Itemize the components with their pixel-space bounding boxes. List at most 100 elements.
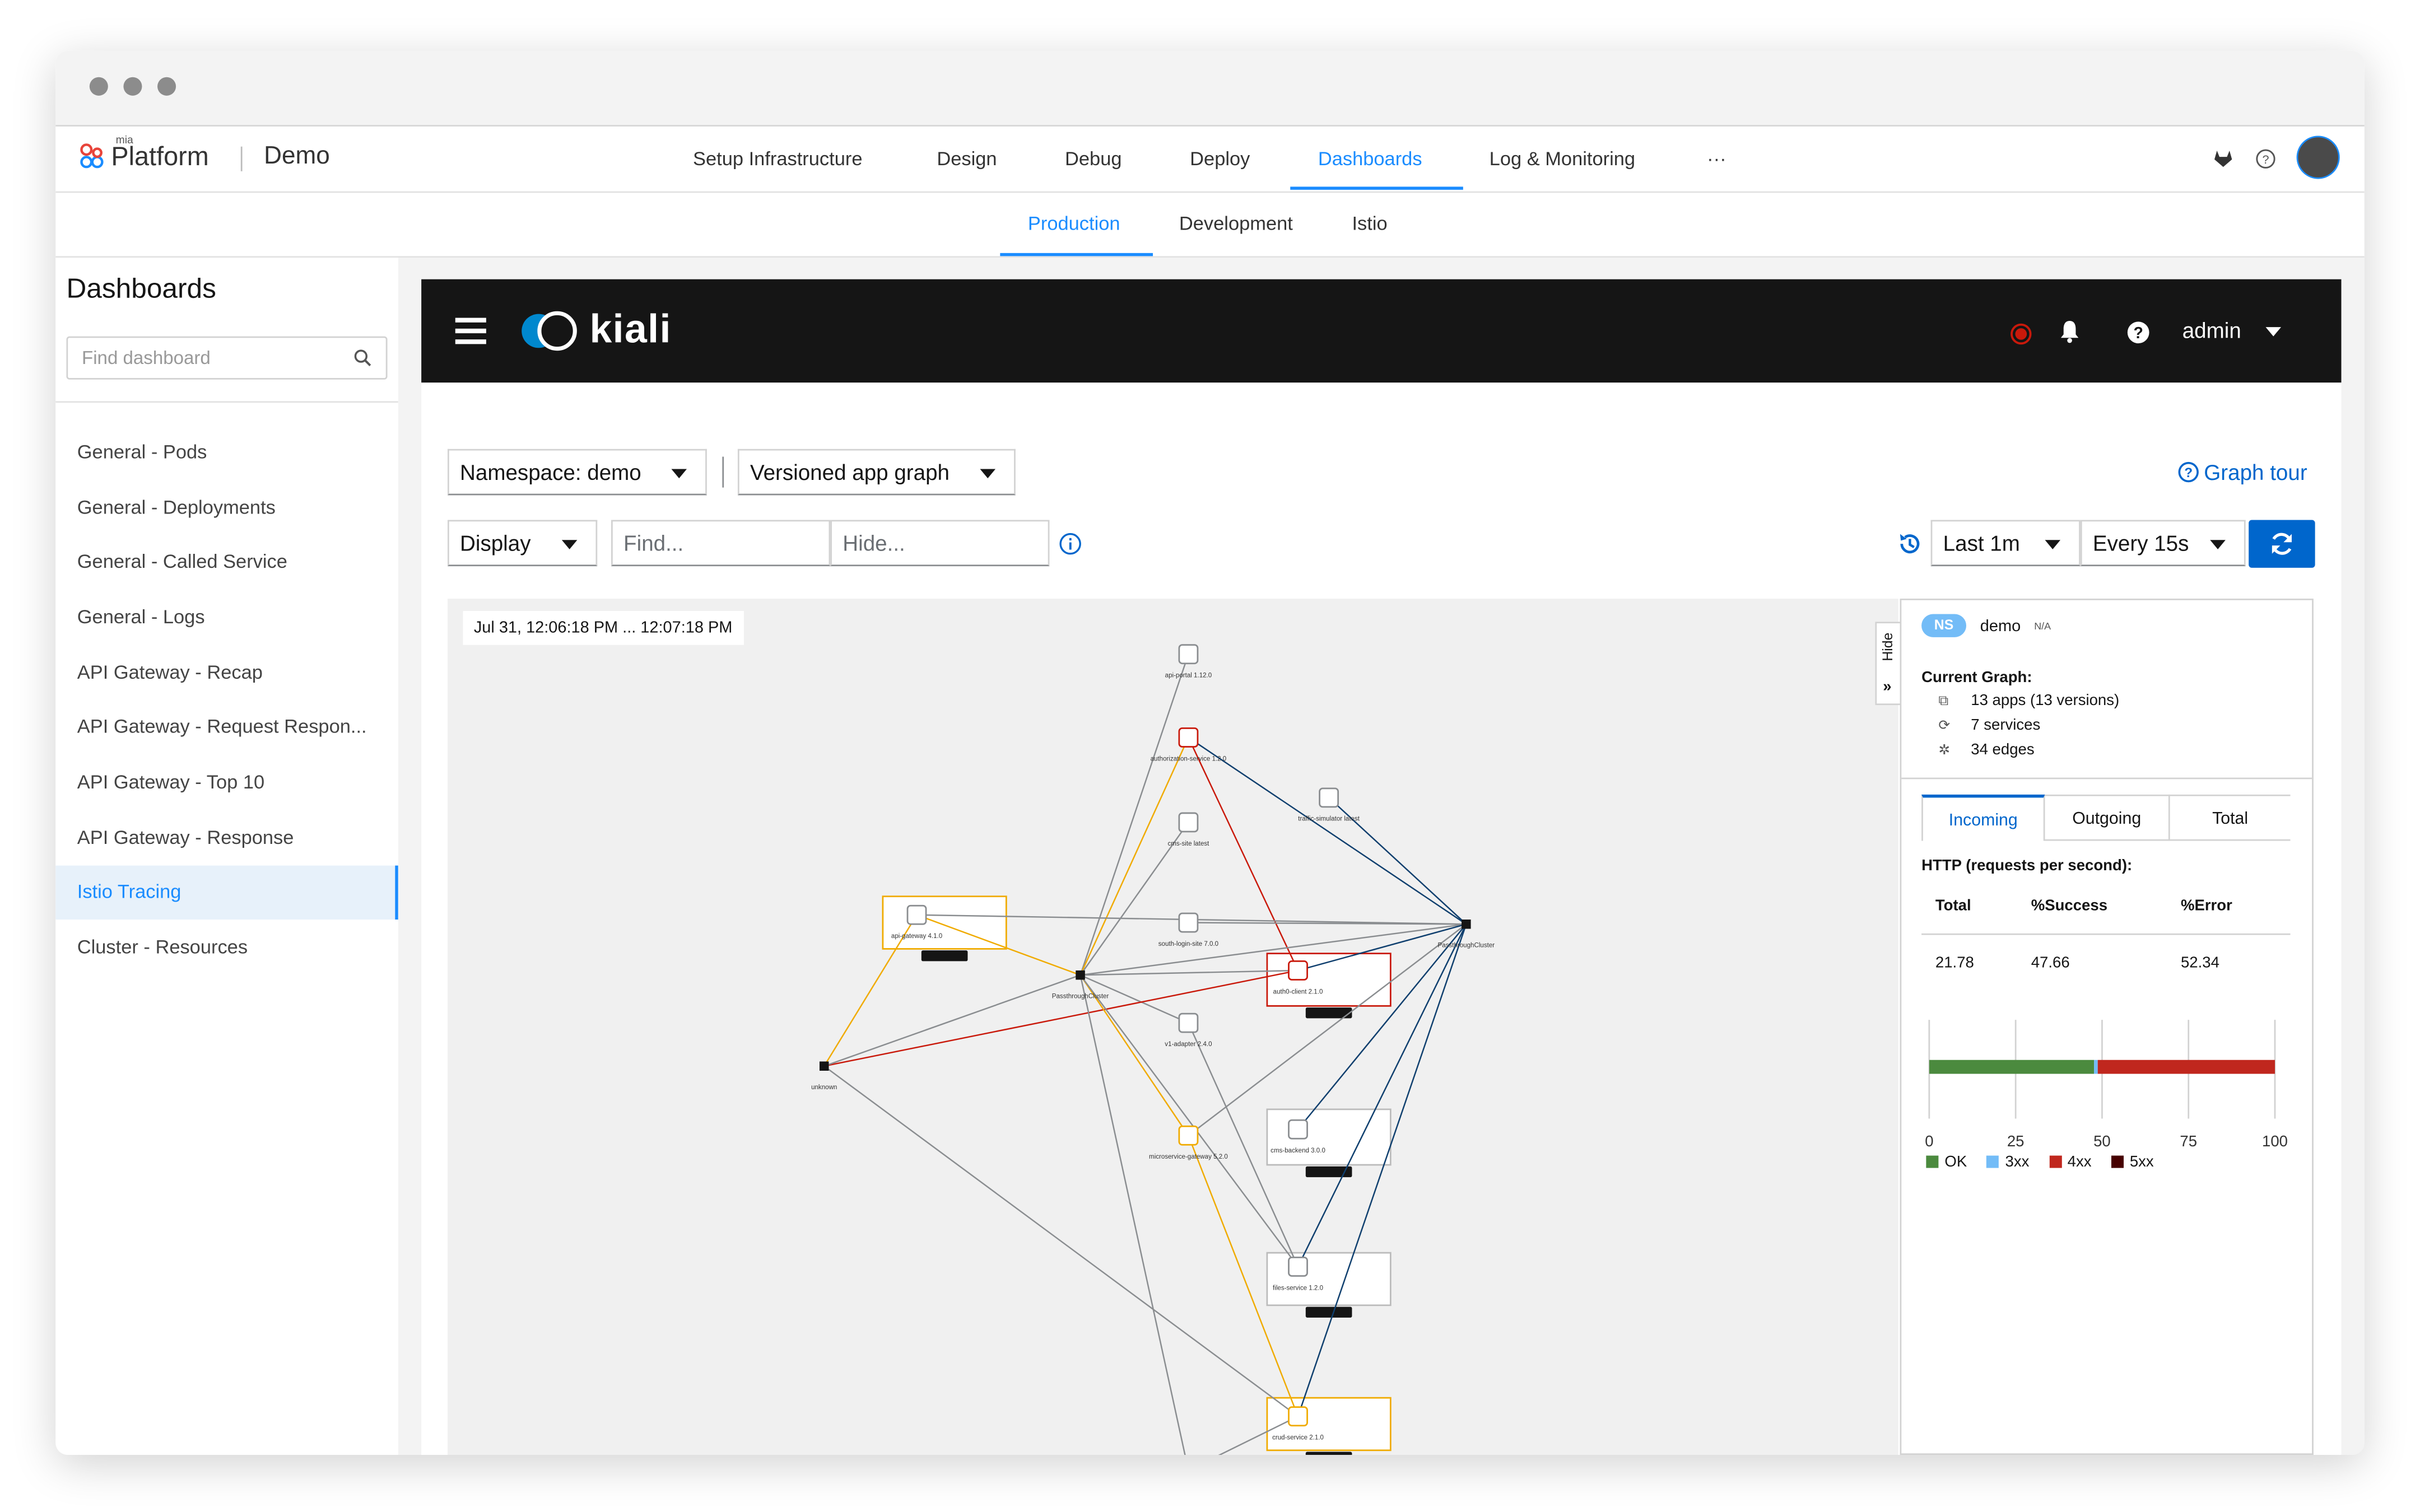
graph-node-label-cms-site: cms-site latest xyxy=(1167,841,1209,847)
gitlab-icon[interactable] xyxy=(2213,148,2233,168)
tab-incoming[interactable]: Incoming xyxy=(1921,794,2045,841)
graph-node-api-gateway[interactable] xyxy=(906,904,927,925)
tab-total[interactable]: Total xyxy=(2168,794,2291,841)
services-icon: ⟳ xyxy=(1938,717,1951,733)
panel-namespace[interactable]: demo xyxy=(1980,617,2021,636)
nav-debug[interactable]: Debug xyxy=(1065,148,1122,170)
graph-node-passthrough-right[interactable] xyxy=(1462,920,1471,929)
graph-node-files-service[interactable] xyxy=(1288,1257,1308,1277)
toolbar-separator xyxy=(722,456,724,488)
sidebar-item-general-pods[interactable]: General - Pods xyxy=(55,426,398,479)
tab-production[interactable]: Production xyxy=(1028,213,1120,235)
graph-group-label-api-gateway xyxy=(921,950,968,962)
sidebar-item-general-deployments[interactable]: General - Deployments xyxy=(55,482,398,535)
refresh-interval-select[interactable]: Every 15s xyxy=(2080,520,2246,567)
hamburger-menu-icon[interactable] xyxy=(455,318,486,344)
hide-input[interactable] xyxy=(831,521,1048,565)
graph-tour-link[interactable]: ? Graph tour xyxy=(2177,460,2307,484)
window-minimize-dot[interactable] xyxy=(123,77,142,96)
dashboard-search-input[interactable] xyxy=(68,338,347,378)
user-menu[interactable]: admin xyxy=(2182,318,2282,343)
double-chevron-icon: » xyxy=(1883,679,1892,696)
nav-design[interactable]: Design xyxy=(937,148,997,170)
sidebar-item-istio-tracing[interactable]: Istio Tracing xyxy=(55,865,398,920)
namespace-caret-icon xyxy=(671,469,687,479)
dashboard-search xyxy=(66,336,388,380)
help-icon[interactable]: ? xyxy=(2255,148,2277,170)
find-hide-info-icon[interactable] xyxy=(1059,533,1082,556)
graph-node-cms-backend[interactable] xyxy=(1288,1119,1308,1140)
graph-node-label-passthrough-left: PassthroughCluster xyxy=(1052,993,1109,1000)
apps-icon: ⧉ xyxy=(1938,693,1949,708)
service-graph-canvas[interactable]: api-portal 1.12.0 authorization-service 1… xyxy=(447,598,1898,1455)
graph-node-label-south-login-site: south-login-site 7.0.0 xyxy=(1158,941,1218,948)
graph-edge-unknown-to-auth0-client[interactable] xyxy=(823,969,1299,1067)
duration-select[interactable]: Last 1m xyxy=(1930,520,2081,567)
find-input[interactable] xyxy=(612,521,829,565)
graph-group-crud-service[interactable] xyxy=(1266,1397,1392,1452)
sidebar-item-api-gateway-request-response[interactable]: API Gateway - Request Respon... xyxy=(55,701,398,754)
mia-platform-logo-icon xyxy=(80,143,104,169)
nav-deploy[interactable]: Deploy xyxy=(1190,148,1250,170)
graph-node-v1-adapter[interactable] xyxy=(1178,1012,1199,1033)
tab-outgoing[interactable]: Outgoing xyxy=(2045,794,2168,841)
kiali-help-icon[interactable]: ? xyxy=(2127,321,2150,344)
nav-dashboards[interactable]: Dashboards xyxy=(1318,148,1422,170)
graph-timestamp: Jul 31, 12:06:18 PM ... 12:07:18 PM xyxy=(463,611,743,645)
sidebar-item-general-logs[interactable]: General - Logs xyxy=(55,591,398,645)
graph-group-cms-backend[interactable] xyxy=(1266,1108,1392,1166)
sidebar-item-general-called-service[interactable]: General - Called Service xyxy=(55,535,398,589)
sidebar-item-api-gateway-recap[interactable]: API Gateway - Recap xyxy=(55,646,398,700)
nav-log-monitoring[interactable]: Log & Monitoring xyxy=(1490,148,1635,170)
graph-node-crud-service[interactable] xyxy=(1288,1406,1308,1427)
graph-edge-authorization-service-to-auth0-client[interactable] xyxy=(1188,737,1299,971)
sidebar-item-cluster-resources[interactable]: Cluster - Resources xyxy=(55,921,398,975)
user-avatar[interactable] xyxy=(2296,136,2340,179)
graph-type-caret-icon xyxy=(980,469,996,479)
graph-node-cms-site[interactable] xyxy=(1178,812,1199,833)
nav-more[interactable]: ··· xyxy=(1707,148,1726,170)
sidebar-item-api-gateway-response[interactable]: API Gateway - Response xyxy=(55,811,398,865)
find-field xyxy=(611,520,831,567)
graph-edge-passthrough-left-to-authorization-service[interactable] xyxy=(1079,737,1189,976)
tab-development[interactable]: Development xyxy=(1179,213,1293,235)
nav-setup-infrastructure[interactable]: Setup Infrastructure xyxy=(693,148,862,170)
namespace-select[interactable]: Namespace: demo xyxy=(447,449,707,496)
search-icon[interactable] xyxy=(353,349,372,367)
services-count: 7 services xyxy=(1971,717,2041,735)
project-name[interactable]: Demo xyxy=(264,143,330,171)
graph-node-passthrough-left[interactable] xyxy=(1076,970,1085,980)
graph-edge-authorization-service-to-passthrough-right[interactable] xyxy=(1188,736,1467,925)
graph-edge-unknown-to-crud-service[interactable] xyxy=(823,1065,1299,1417)
sidebar-item-api-gateway-top-10[interactable]: API Gateway - Top 10 xyxy=(55,756,398,810)
legend-4xx-swatch xyxy=(2049,1156,2061,1169)
graph-edge-unknown-to-passthrough-left[interactable] xyxy=(823,974,1081,1067)
service-graph-svg[interactable]: api-portal 1.12.0 authorization-service 1… xyxy=(448,599,1898,1455)
browser-window: mia Platform Demo Setup Infrastructure D… xyxy=(55,50,2365,1455)
history-icon[interactable] xyxy=(1897,531,1923,557)
display-select[interactable]: Display xyxy=(447,520,598,567)
graph-node-label-authorization-service: authorization-service 1.2.0 xyxy=(1151,755,1227,762)
graph-summary-panel: NS demo N/A Current Graph: ⧉ 13 apps (13… xyxy=(1900,598,2314,1455)
graph-node-api-portal[interactable] xyxy=(1178,644,1199,665)
window-close-dot[interactable] xyxy=(89,77,108,96)
graph-node-traffic-simulator[interactable] xyxy=(1319,787,1339,808)
graph-type-select[interactable]: Versioned app graph xyxy=(737,449,1016,496)
graph-group-files-service[interactable] xyxy=(1266,1252,1392,1306)
graph-edge-passthrough-left-to-api-portal[interactable] xyxy=(1079,654,1189,976)
graph-node-auth0-client[interactable] xyxy=(1288,960,1308,981)
edges-count: 34 edges xyxy=(1971,742,2035,759)
graph-node-label-api-portal: api-portal 1.12.0 xyxy=(1165,672,1212,679)
refresh-button[interactable] xyxy=(2249,520,2315,568)
graph-node-south-login-site[interactable] xyxy=(1178,912,1199,933)
graph-node-unknown[interactable] xyxy=(819,1061,829,1071)
graph-node-microservice-gateway[interactable] xyxy=(1178,1125,1199,1146)
graph-node-authorization-service[interactable] xyxy=(1178,727,1199,748)
tracing-status-icon[interactable] xyxy=(2009,323,2032,346)
window-zoom-dot[interactable] xyxy=(157,77,176,96)
notifications-bell-icon[interactable] xyxy=(2059,319,2081,344)
tab-istio[interactable]: Istio xyxy=(1352,213,1387,235)
sidebar-title: Dashboards xyxy=(66,273,216,304)
window-titlebar xyxy=(55,50,2365,127)
kiali-graph-page: Namespace: demo Versioned app graph ? Gr… xyxy=(421,382,2342,1455)
